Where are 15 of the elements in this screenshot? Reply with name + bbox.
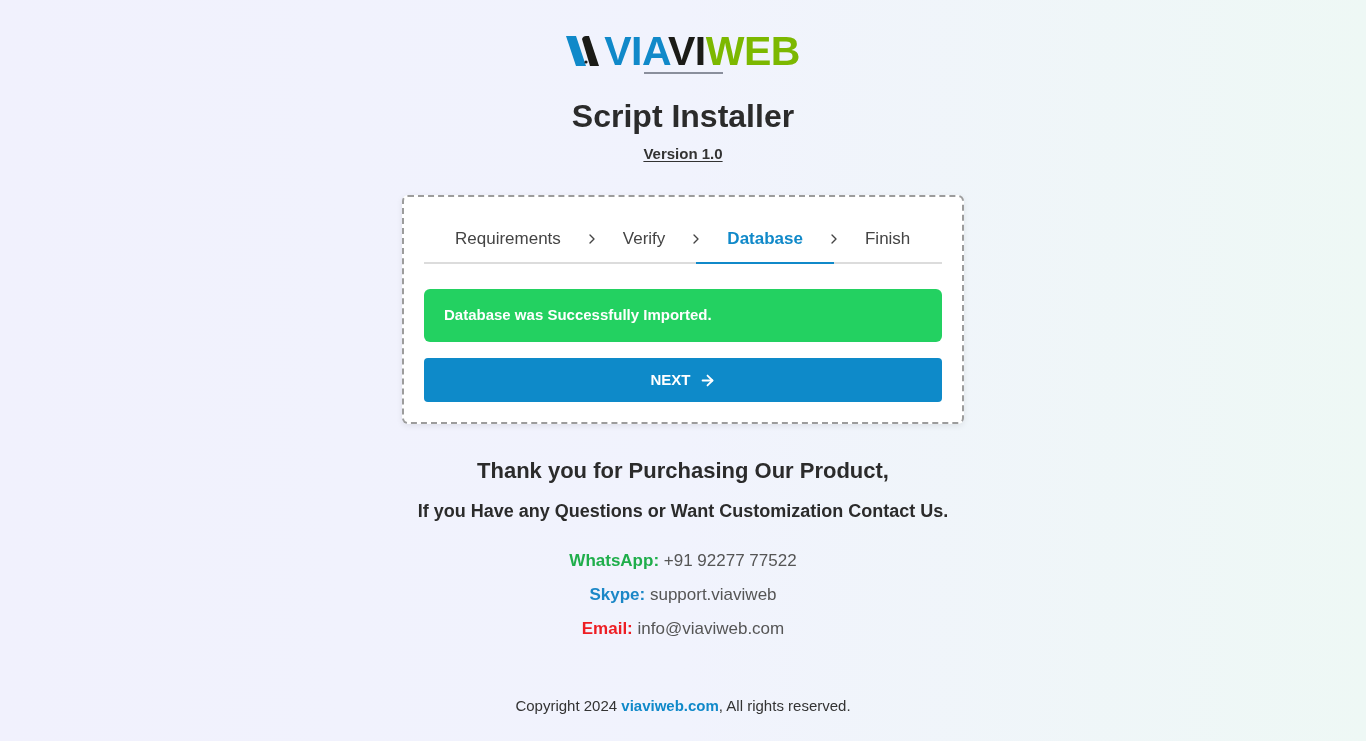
step-tab[interactable]: Database bbox=[696, 217, 834, 264]
contact-info: Email: info@viaviweb.com bbox=[581, 618, 785, 640]
version-label: Version 1.0 bbox=[643, 144, 723, 164]
page-title: Script Installer bbox=[571, 97, 795, 136]
contact-info: Skype: support.viaviweb bbox=[589, 584, 777, 606]
step-tab[interactable]: Verify bbox=[591, 217, 697, 264]
thanks-heading: Thank you for Purchasing Our Product, bbox=[477, 457, 889, 485]
contact-info: WhatsApp: +91 92277 77522 bbox=[569, 550, 797, 572]
contact-prompt: If you Have any Questions or Want Customization Contact Us. bbox=[417, 500, 949, 523]
step-tab[interactable]: Finish bbox=[833, 217, 942, 264]
logo-wordmark: VIAVIWEB bbox=[604, 36, 800, 66]
step-tab[interactable]: Requirements bbox=[424, 217, 592, 264]
success-alert: Database was Successfully Imported. bbox=[424, 289, 942, 342]
copyright-text: Copyright 2024 viaviweb.com, All rights reserved. bbox=[515, 696, 851, 716]
next-button[interactable]: NEXT bbox=[424, 358, 942, 402]
